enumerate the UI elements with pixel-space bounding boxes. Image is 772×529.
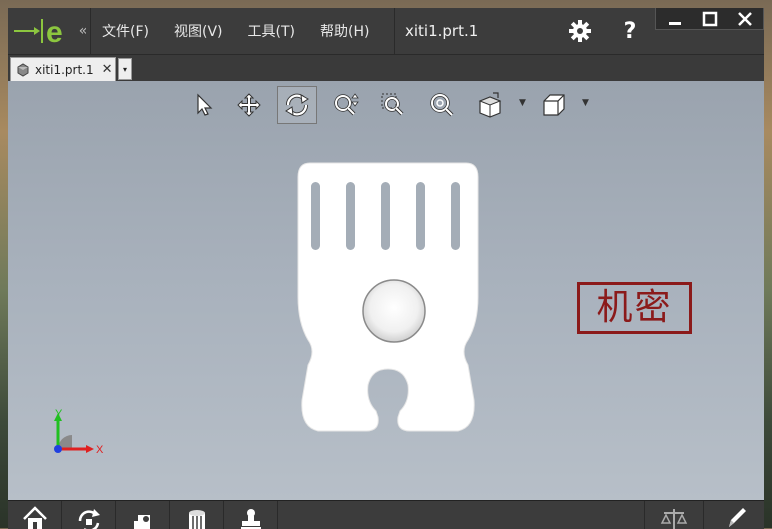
refresh-icon	[78, 509, 100, 529]
stamp-tool-icon	[240, 509, 261, 529]
logo-icon: e	[14, 16, 63, 48]
rotate-icon	[285, 93, 309, 117]
balance-icon	[660, 509, 688, 529]
divider	[90, 8, 91, 54]
part-button[interactable]	[116, 501, 170, 529]
markup-button[interactable]	[710, 501, 764, 529]
pencil-icon	[729, 508, 746, 527]
view-orientation-icon	[543, 94, 565, 116]
menu-bar: 文件(F) 视图(V) 工具(T) 帮助(H)	[102, 8, 394, 54]
close-icon	[738, 12, 752, 26]
document-tab-bar: xiti1.prt.1 ✕ ▾	[8, 55, 764, 81]
zoom-icon	[334, 93, 359, 116]
x-axis-label: X	[96, 444, 104, 456]
settings-button[interactable]	[565, 16, 595, 46]
collapse-menu-button[interactable]: «	[76, 8, 90, 54]
part-model[interactable]	[288, 155, 488, 440]
database-button[interactable]	[170, 501, 224, 529]
minimize-button[interactable]	[658, 8, 692, 30]
gear-icon	[569, 20, 591, 42]
fit-zoom-icon	[430, 93, 454, 117]
minimize-icon	[669, 22, 681, 25]
bottom-toolbar	[8, 500, 764, 529]
view-orientation-dropdown[interactable]: ▼	[582, 98, 589, 108]
view-toolbar: ▼ ▼	[8, 81, 764, 129]
document-title: xiti1.prt.1	[405, 22, 479, 40]
database-icon	[188, 510, 205, 529]
home-icon	[22, 506, 47, 529]
divider	[394, 8, 395, 54]
tab-label: xiti1.prt.1	[35, 62, 94, 77]
menu-tools[interactable]: 工具(T)	[248, 21, 295, 41]
display-style-icon	[478, 92, 502, 118]
rotate-tool-button[interactable]	[277, 86, 317, 124]
menu-view[interactable]: 视图(V)	[174, 21, 223, 41]
window-controls	[655, 8, 764, 30]
stamp-text: 机密	[596, 287, 673, 328]
3d-viewport[interactable]: ▼ ▼ 机密 Y X	[8, 81, 764, 500]
home-button[interactable]	[8, 501, 62, 529]
svg-text:e: e	[46, 16, 63, 48]
close-button[interactable]	[728, 8, 762, 30]
display-style-dropdown[interactable]: ▼	[519, 98, 526, 108]
app-window: e « 文件(F) 视图(V) 工具(T) 帮助(H) xiti1.prt.1	[8, 8, 764, 529]
pan-tool-button[interactable]	[229, 86, 269, 124]
axis-triad: Y X	[54, 409, 104, 456]
part-icon	[133, 515, 150, 529]
view-orientation-button[interactable]	[534, 86, 574, 124]
maximize-icon	[702, 11, 718, 27]
compare-button[interactable]	[644, 501, 704, 529]
zoom-area-icon	[381, 93, 404, 116]
stamp-tool-button[interactable]	[224, 501, 278, 529]
zoom-tool-button[interactable]	[326, 86, 366, 124]
part-file-icon	[17, 62, 29, 77]
maximize-button[interactable]	[693, 8, 727, 30]
menu-file[interactable]: 文件(F)	[102, 21, 149, 41]
app-logo[interactable]: e	[8, 8, 76, 54]
y-axis-label: Y	[55, 409, 63, 420]
tab-close-icon[interactable]: ✕	[102, 62, 113, 77]
select-tool-button[interactable]	[184, 86, 224, 124]
help-button[interactable]: ?	[615, 16, 645, 46]
refresh-button[interactable]	[62, 501, 116, 529]
confidential-stamp: 机密	[577, 282, 692, 334]
pan-icon	[237, 93, 261, 117]
tab-list-dropdown[interactable]: ▾	[118, 58, 132, 80]
select-icon	[197, 93, 213, 116]
z-axis	[54, 445, 62, 453]
display-style-button[interactable]	[470, 86, 510, 124]
zoom-area-button[interactable]	[373, 86, 413, 124]
title-bar: e « 文件(F) 视图(V) 工具(T) 帮助(H) xiti1.prt.1	[8, 8, 764, 55]
menu-help[interactable]: 帮助(H)	[320, 21, 369, 41]
fit-zoom-button[interactable]	[422, 86, 462, 124]
tab-xiti1[interactable]: xiti1.prt.1 ✕	[10, 57, 116, 81]
